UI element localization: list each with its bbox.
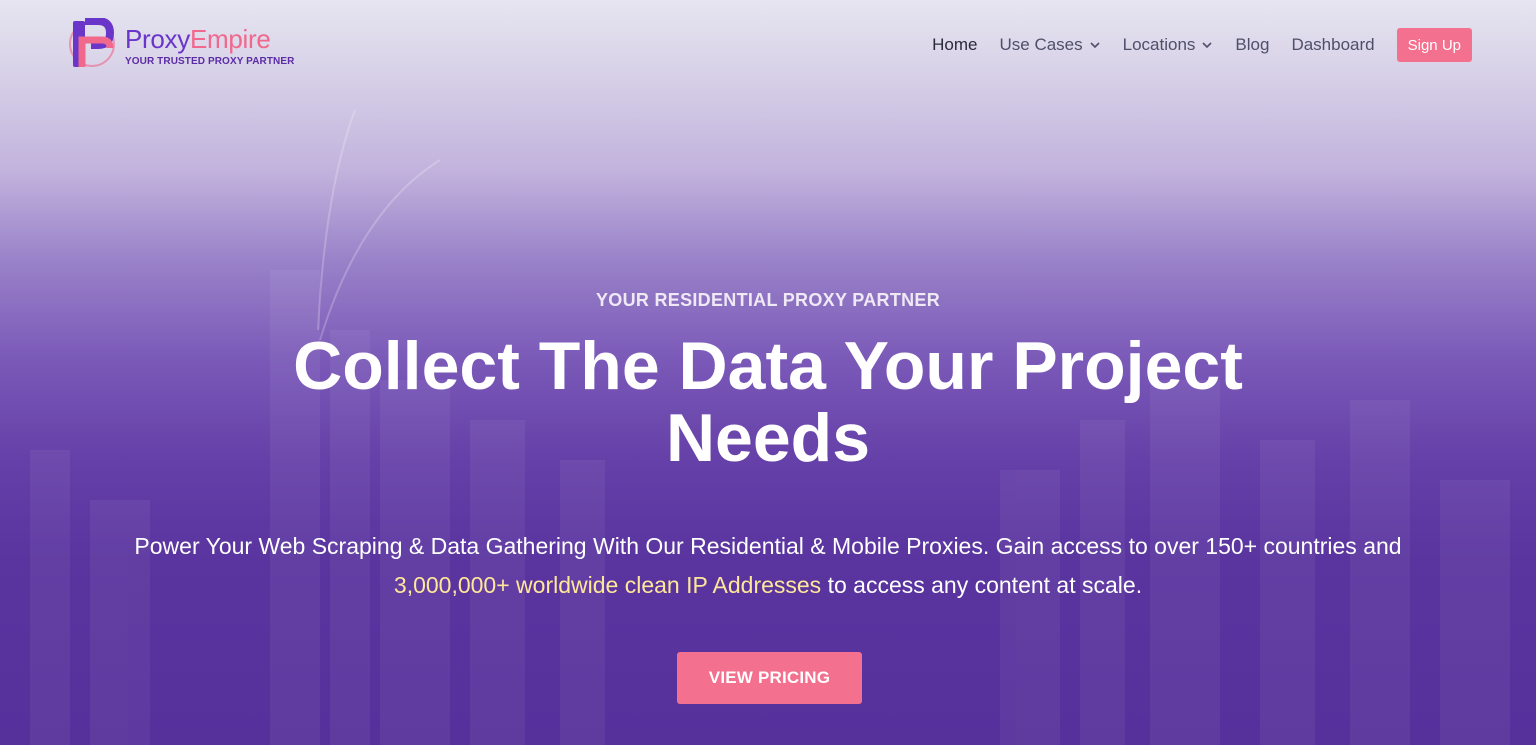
brand-name-part1: Proxy	[125, 24, 190, 54]
hero-subtext-start: Power Your Web Scraping & Data Gathering…	[134, 533, 1402, 559]
main-nav: Home Use Cases Locations Blog Dashboard …	[910, 28, 1472, 62]
nav-locations-label: Locations	[1122, 35, 1196, 54]
hero-subtext-highlight: 3,000,000+ worldwide clean IP Addresses	[393, 572, 822, 598]
hero-eyebrow: YOUR RESIDENTIAL PROXY PARTNER	[595, 290, 941, 310]
brand-name[interactable]: ProxyEmpire	[125, 24, 271, 55]
nav-locations[interactable]: Locations	[1123, 28, 1214, 62]
nav-home[interactable]: Home	[932, 28, 977, 62]
nav-dashboard-label: Dashboard	[1291, 35, 1375, 54]
hero-headline: Collect The Data Your Project Needs	[293, 328, 1243, 476]
hero-subtext-end: to access any content at scale.	[821, 572, 1143, 598]
nav-blog[interactable]: Blog	[1235, 28, 1269, 62]
nav-blog-label: Blog	[1235, 35, 1270, 54]
nav-use-cases[interactable]: Use Cases	[1000, 28, 1101, 62]
nav-dashboard[interactable]: Dashboard	[1291, 28, 1374, 62]
chevron-down-icon	[1090, 42, 1100, 49]
signup-button[interactable]: Sign Up	[1396, 28, 1472, 62]
chevron-down-icon	[1202, 42, 1212, 49]
view-pricing-button[interactable]: VIEW PRICING	[677, 652, 862, 704]
hero-subtext: Power Your Web Scraping & Data Gathering…	[118, 527, 1418, 605]
brand-name-part2: Empire	[189, 24, 271, 54]
nav-home-label: Home	[932, 35, 978, 54]
nav-use-cases-label: Use Cases	[999, 35, 1083, 54]
brand-tagline: YOUR TRUSTED PROXY PARTNER	[125, 56, 295, 67]
